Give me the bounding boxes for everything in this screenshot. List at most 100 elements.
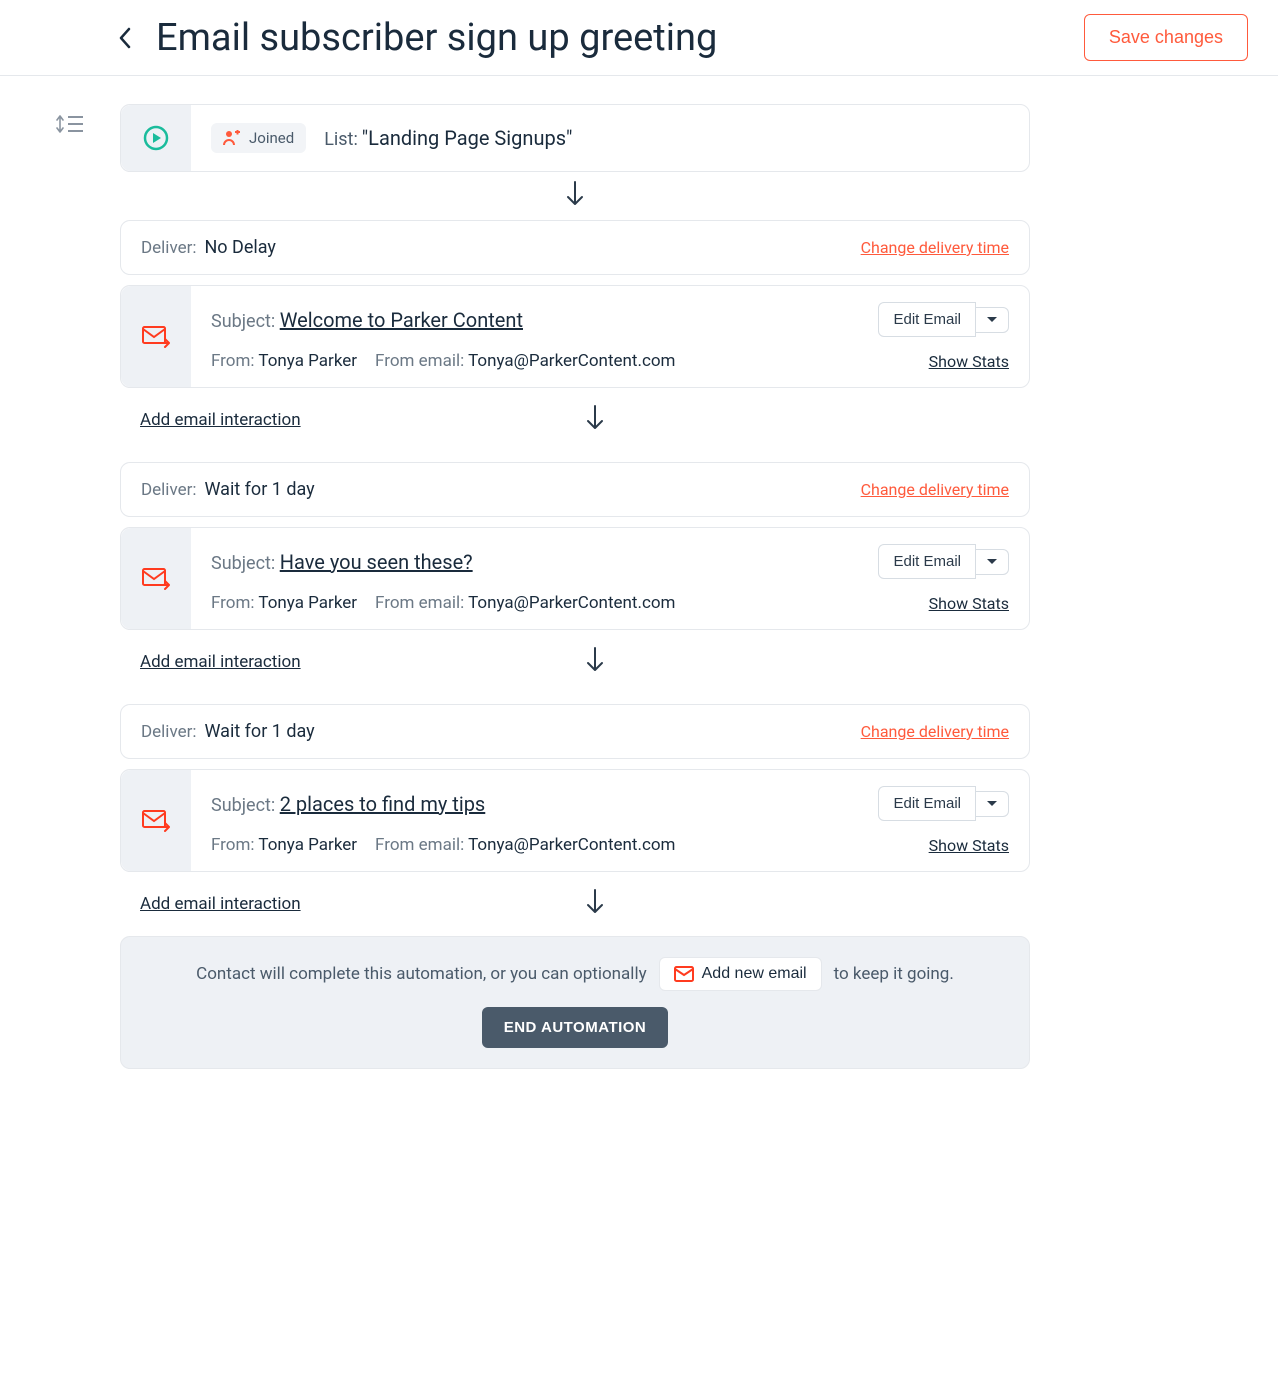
- deliver-card: Deliver: Wait for 1 day Change delivery …: [120, 704, 1030, 759]
- mail-send-icon: [142, 567, 170, 591]
- change-delivery-link[interactable]: Change delivery time: [861, 480, 1009, 499]
- mail-send-icon: [142, 325, 170, 349]
- email-icon-area: [121, 286, 191, 387]
- edit-email-button[interactable]: Edit Email: [878, 302, 976, 337]
- trigger-body: Joined List: "Landing Page Signups": [191, 105, 1029, 171]
- subject-line: Subject: 2 places to find my tips: [211, 792, 485, 816]
- sidebar: [56, 104, 84, 1069]
- subject-label: Subject:: [211, 795, 275, 816]
- from-name: Tonya Parker: [258, 835, 357, 855]
- subject-link[interactable]: 2 places to find my tips: [280, 792, 486, 816]
- save-changes-button[interactable]: Save changes: [1084, 14, 1248, 61]
- edit-email-group: Edit Email: [878, 786, 1009, 821]
- joined-label: Joined: [249, 129, 294, 147]
- deliver-value: Wait for 1 day: [204, 721, 314, 742]
- from-block: From: Tonya Parker From email: Tonya@Par…: [211, 351, 675, 371]
- deliver-card: Deliver: No Delay Change delivery time: [120, 220, 1030, 275]
- edit-email-group: Edit Email: [878, 544, 1009, 579]
- show-stats-link[interactable]: Show Stats: [929, 594, 1009, 613]
- flow-arrow: [161, 880, 1030, 928]
- email-body: Subject: Have you seen these? Edit Email…: [191, 528, 1029, 629]
- edit-email-group: Edit Email: [878, 302, 1009, 337]
- show-stats-link[interactable]: Show Stats: [929, 836, 1009, 855]
- trigger-card[interactable]: Joined List: "Landing Page Signups": [120, 104, 1030, 172]
- joined-chip: Joined: [211, 123, 306, 153]
- from-email-label: From email:: [375, 351, 464, 371]
- person-join-icon: [223, 130, 241, 146]
- trigger-list: List: "Landing Page Signups": [324, 126, 572, 150]
- subject-line: Subject: Have you seen these?: [211, 550, 473, 574]
- subject-label: Subject:: [211, 553, 275, 574]
- edit-email-button[interactable]: Edit Email: [878, 544, 976, 579]
- subject-link[interactable]: Have you seen these?: [280, 550, 473, 574]
- from-email-label: From email:: [375, 835, 464, 855]
- add-new-email-button[interactable]: Add new email: [659, 957, 822, 991]
- deliver-info: Deliver: Wait for 1 day: [141, 721, 315, 742]
- header-left: Email subscriber sign up greeting: [118, 16, 717, 60]
- deliver-info: Deliver: No Delay: [141, 237, 276, 258]
- automation-flow: Joined List: "Landing Page Signups" Deli…: [120, 104, 1030, 1069]
- caret-down-icon: [986, 800, 998, 808]
- from-block: From: Tonya Parker From email: Tonya@Par…: [211, 593, 675, 613]
- deliver-value: No Delay: [204, 237, 275, 258]
- from-email: Tonya@ParkerContent.com: [468, 835, 675, 855]
- reorder-icon[interactable]: [56, 121, 84, 140]
- end-automation-button[interactable]: END AUTOMATION: [482, 1007, 669, 1048]
- footer-text: Contact will complete this automation, o…: [196, 957, 954, 991]
- from-block: From: Tonya Parker From email: Tonya@Par…: [211, 835, 675, 855]
- deliver-label: Deliver:: [141, 238, 196, 258]
- from-email: Tonya@ParkerContent.com: [468, 351, 675, 371]
- from-label: From:: [211, 835, 255, 855]
- page-header: Email subscriber sign up greeting Save c…: [0, 0, 1278, 76]
- email-icon-area: [121, 528, 191, 629]
- deliver-label: Deliver:: [141, 722, 196, 742]
- flow-arrow: [120, 172, 1030, 220]
- show-stats-link[interactable]: Show Stats: [929, 352, 1009, 371]
- play-circle-icon: [143, 125, 169, 151]
- from-email: Tonya@ParkerContent.com: [468, 593, 675, 613]
- add-new-email-label: Add new email: [702, 965, 807, 983]
- deliver-label: Deliver:: [141, 480, 196, 500]
- flow-arrow: [161, 396, 1030, 444]
- email-card[interactable]: Subject: Welcome to Parker Content Edit …: [120, 285, 1030, 388]
- trigger-icon-area: [121, 105, 191, 171]
- email-card[interactable]: Subject: 2 places to find my tips Edit E…: [120, 769, 1030, 872]
- edit-email-dropdown[interactable]: [976, 549, 1009, 575]
- from-label: From:: [211, 593, 255, 613]
- chevron-left-icon: [118, 27, 132, 49]
- change-delivery-link[interactable]: Change delivery time: [861, 722, 1009, 741]
- flow-arrow: [161, 638, 1030, 686]
- deliver-card: Deliver: Wait for 1 day Change delivery …: [120, 462, 1030, 517]
- automation-footer: Contact will complete this automation, o…: [120, 936, 1030, 1069]
- from-name: Tonya Parker: [258, 351, 357, 371]
- edit-email-dropdown[interactable]: [976, 307, 1009, 333]
- interaction-row: Add email interaction: [140, 396, 1030, 444]
- subject-line: Subject: Welcome to Parker Content: [211, 308, 523, 332]
- back-button[interactable]: [118, 27, 132, 49]
- edit-email-dropdown[interactable]: [976, 791, 1009, 817]
- email-body: Subject: Welcome to Parker Content Edit …: [191, 286, 1029, 387]
- mail-icon: [674, 966, 694, 982]
- edit-email-button[interactable]: Edit Email: [878, 786, 976, 821]
- interaction-row: Add email interaction: [140, 638, 1030, 686]
- mail-send-icon: [142, 809, 170, 833]
- caret-down-icon: [986, 558, 998, 566]
- email-icon-area: [121, 770, 191, 871]
- from-email-label: From email:: [375, 593, 464, 613]
- caret-down-icon: [986, 316, 998, 324]
- list-label: List:: [324, 129, 358, 150]
- email-card[interactable]: Subject: Have you seen these? Edit Email…: [120, 527, 1030, 630]
- from-name: Tonya Parker: [258, 593, 357, 613]
- change-delivery-link[interactable]: Change delivery time: [861, 238, 1009, 257]
- from-label: From:: [211, 351, 255, 371]
- subject-label: Subject:: [211, 311, 275, 332]
- list-name: "Landing Page Signups": [362, 126, 573, 150]
- deliver-value: Wait for 1 day: [204, 479, 314, 500]
- footer-text-after: to keep it going.: [834, 964, 954, 984]
- footer-text-before: Contact will complete this automation, o…: [196, 964, 646, 984]
- interaction-row: Add email interaction: [140, 880, 1030, 928]
- email-body: Subject: 2 places to find my tips Edit E…: [191, 770, 1029, 871]
- deliver-info: Deliver: Wait for 1 day: [141, 479, 315, 500]
- page-title: Email subscriber sign up greeting: [156, 16, 717, 60]
- subject-link[interactable]: Welcome to Parker Content: [280, 308, 523, 332]
